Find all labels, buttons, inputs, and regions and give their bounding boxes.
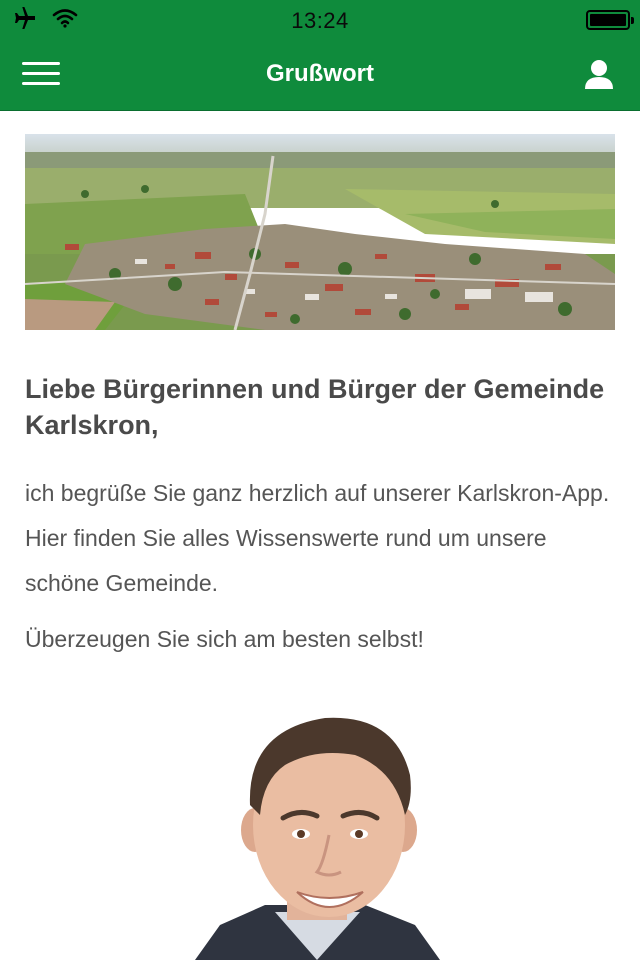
page-title: Grußwort (266, 60, 374, 87)
article: Liebe Bürgerinnen und Bürger der Gemeind… (24, 134, 616, 656)
battery-tip (631, 17, 634, 24)
battery-level (590, 14, 626, 26)
article-paragraph-2: Überzeugen Sie sich am besten selbst! (25, 626, 424, 652)
article-headline: Liebe Bürgerinnen und Bürger der Gemeind… (25, 374, 605, 440)
aerial-village-photo (24, 134, 616, 331)
app-header: 13:24 Grußwort (0, 0, 640, 111)
user-icon[interactable] (584, 58, 614, 90)
article-paragraph-1: ich begrüße Sie ganz herzlich auf unsere… (25, 480, 610, 596)
mayor-portrait-photo (25, 700, 615, 960)
status-bar: 13:24 (0, 0, 640, 40)
battery-icon (586, 10, 634, 30)
status-time: 13:24 (291, 8, 349, 33)
nav-bar: Grußwort (0, 40, 640, 110)
